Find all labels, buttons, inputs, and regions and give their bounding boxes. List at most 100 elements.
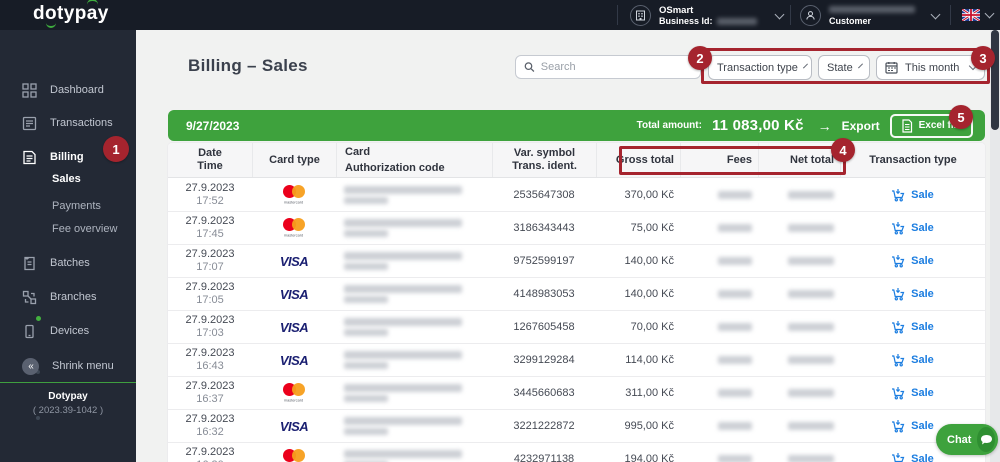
sale-link[interactable]: Sale xyxy=(891,353,934,367)
cell-card-type: mastercard VISA xyxy=(252,419,336,434)
cell-card-auth xyxy=(336,450,492,462)
search-box[interactable] xyxy=(515,55,701,79)
redacted-auth-code xyxy=(344,230,388,237)
cell-var-symbol: 2535647308 xyxy=(513,188,575,201)
redacted-card-number xyxy=(344,318,462,326)
cell-net-total xyxy=(758,422,840,430)
business-switcher[interactable]: OSmart Business Id: xyxy=(630,0,757,30)
redacted-auth-code xyxy=(344,196,388,204)
total-amount-value: 11 083,00 Kč xyxy=(711,117,804,134)
cell-transaction-type: Sale xyxy=(840,221,985,235)
table-body: 27.9.202317:52 mastercard VISA 253564730… xyxy=(168,178,985,462)
sale-link[interactable]: Sale xyxy=(891,287,934,301)
sale-link[interactable]: Sale xyxy=(891,320,934,334)
cell-card-auth xyxy=(336,219,492,237)
export-button[interactable]: Export xyxy=(842,119,880,133)
table-header: Date Time Card type Card Authorization cod… xyxy=(168,143,985,178)
dashboard-icon xyxy=(22,82,37,98)
table-row: 27.9.202317:03 mastercard VISA 126760545… xyxy=(168,310,985,343)
cell-card-type: mastercard VISA xyxy=(252,353,336,368)
cart-icon xyxy=(892,222,905,235)
cell-net-total xyxy=(758,356,840,364)
cell-card-type: mastercard VISA xyxy=(252,218,336,238)
redacted-fee xyxy=(718,257,752,265)
sidebar-item-label: Shrink menu xyxy=(52,360,114,372)
chat-button[interactable]: Chat xyxy=(936,424,998,455)
excel-icon xyxy=(902,118,912,133)
sidebar-item-branches[interactable]: Branches xyxy=(0,284,136,310)
sale-link[interactable]: Sale xyxy=(891,188,934,202)
sidebar-divider xyxy=(0,382,136,383)
cell-var-symbol: 3445660683 xyxy=(513,387,575,399)
chat-bubble-icon xyxy=(977,427,995,452)
cell-net-total xyxy=(758,290,840,298)
chevron-down-icon[interactable] xyxy=(930,9,941,20)
customer-switcher[interactable]: Customer xyxy=(800,0,915,30)
sidebar-item-fee-overview[interactable]: Fee overview xyxy=(0,218,136,420)
cell-card-type: mastercard VISA xyxy=(252,449,336,462)
cell-var-symbol: 9752599197 xyxy=(513,255,575,267)
redacted-auth-code xyxy=(344,263,388,270)
scrollbar-thumb[interactable] xyxy=(991,30,999,130)
mastercard-icon: mastercard xyxy=(276,449,311,462)
sale-link[interactable]: Sale xyxy=(891,254,934,268)
redacted-card-number xyxy=(344,351,462,359)
cell-gross-total: 140,00 Kč xyxy=(624,255,674,267)
redacted-net xyxy=(788,389,834,397)
table-row: 27.9.202316:32 mastercard VISA 322122287… xyxy=(168,409,985,442)
topbar-divider xyxy=(617,5,618,25)
table-row: 27.9.202317:45 mastercard VISA 318634344… xyxy=(168,211,985,244)
cell-date-time: 27.9.2023 16:37 xyxy=(185,380,235,405)
sidebar-subitem-label: Sales xyxy=(52,173,81,185)
sale-link[interactable]: Sale xyxy=(891,419,934,433)
redacted-card-number xyxy=(344,252,462,260)
redacted-auth-code xyxy=(344,329,388,336)
redacted-auth-code xyxy=(344,395,388,402)
building-icon xyxy=(630,4,651,26)
summary-date: 9/27/2023 xyxy=(186,118,240,133)
cell-gross-total: 995,00 Kč xyxy=(624,420,674,432)
total-amount-label: Total amount: xyxy=(636,120,702,131)
header-card-auth: Card Authorization code xyxy=(336,143,492,177)
visa-icon: VISA xyxy=(279,286,309,302)
cell-card-auth xyxy=(336,318,492,336)
redacted-net xyxy=(788,356,834,364)
logo-text: d xyxy=(33,3,46,24)
shrink-menu-button[interactable]: « Shrink menu xyxy=(0,353,136,379)
business-name: OSmart xyxy=(659,5,694,16)
scrollbar[interactable] xyxy=(990,30,1000,462)
cell-fees xyxy=(680,224,758,232)
cell-net-total xyxy=(758,224,840,232)
search-input[interactable] xyxy=(540,61,692,73)
cell-date-time: 27.9.2023 16:32 xyxy=(185,413,235,438)
sidebar-item-batches[interactable]: Batches xyxy=(0,250,136,276)
language-switcher[interactable] xyxy=(962,0,995,30)
sale-link[interactable]: Sale xyxy=(891,452,934,462)
redacted-card-number xyxy=(344,384,462,392)
sale-link[interactable]: Sale xyxy=(891,386,934,400)
sidebar-item-label: Dashboard xyxy=(50,84,104,96)
cell-card-auth xyxy=(336,384,492,402)
sidebar: Dashboard Transactions Billing Sales Pay… xyxy=(0,30,136,462)
visa-icon: VISA xyxy=(279,253,309,269)
sales-table: Date Time Card type Card Authorization cod… xyxy=(168,143,985,462)
table-row: 27.9.202317:07 mastercard VISA 975259919… xyxy=(168,244,985,277)
cell-card-type: mastercard VISA xyxy=(252,184,336,205)
visa-icon: VISA xyxy=(279,418,309,434)
sidebar-item-dashboard[interactable]: Dashboard xyxy=(0,77,136,103)
mastercard-icon: mastercard xyxy=(276,383,311,403)
sidebar-item-transactions[interactable]: Transactions xyxy=(0,110,136,136)
annotation-circle-5: 5 xyxy=(949,105,973,129)
sidebar-item-payments[interactable]: Payments xyxy=(0,195,136,374)
annotation-box-totals xyxy=(619,146,846,175)
sidebar-item-label: Billing xyxy=(50,151,84,163)
sale-link[interactable]: Sale xyxy=(891,221,934,235)
sidebar-item-devices[interactable]: Devices xyxy=(0,318,136,344)
cell-date-time: 27.9.2023 17:45 xyxy=(185,215,235,240)
chevron-down-icon[interactable] xyxy=(774,9,785,20)
cell-card-auth xyxy=(336,351,492,369)
cart-icon xyxy=(892,255,905,268)
sidebar-item-sales[interactable]: Sales xyxy=(0,168,136,321)
visa-icon: VISA xyxy=(279,352,309,368)
redacted-card-number xyxy=(344,185,462,194)
